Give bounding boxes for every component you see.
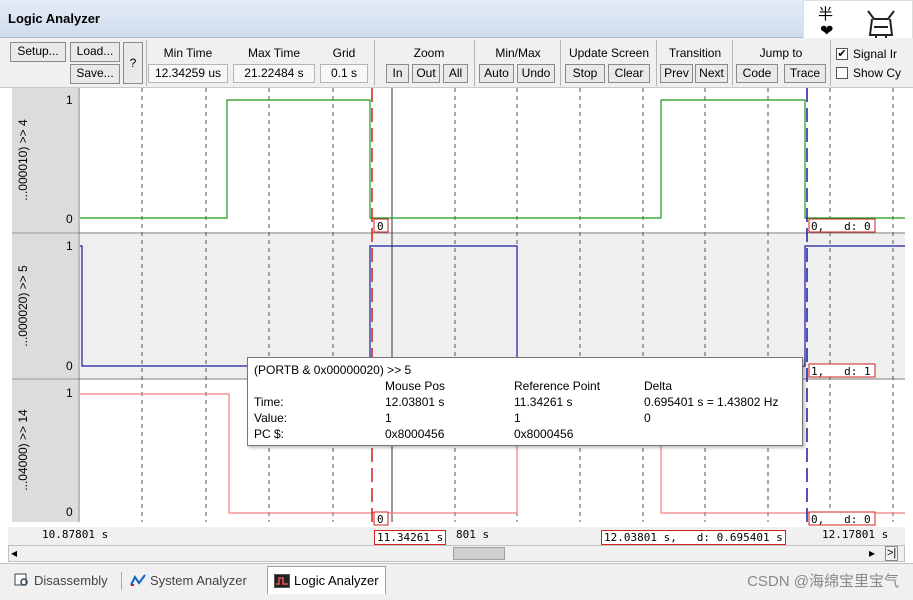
toolbar-separator — [656, 40, 657, 86]
load-button[interactable]: Load... — [70, 42, 120, 62]
tab-label: Logic Analyzer — [294, 573, 379, 588]
time-axis-left: 10.87801 s — [42, 528, 109, 541]
save-button[interactable]: Save... — [70, 64, 120, 84]
signal-high-label: 1 — [66, 239, 73, 253]
toolbar-separator — [374, 40, 375, 86]
minmax-undo-button[interactable]: Undo — [517, 64, 555, 83]
grid-value: 0.1 s — [320, 64, 368, 83]
signal-low-label: 0 — [66, 505, 73, 519]
scroll-left-icon[interactable]: ◂ — [11, 546, 17, 560]
update-stop-button[interactable]: Stop — [565, 64, 605, 83]
zoom-in-button[interactable]: In — [386, 64, 409, 83]
waveform-plot[interactable]: 0 0 0, d: 0 1, d: 1 0, d: 0 ...000010) >… — [12, 88, 905, 528]
help-button[interactable]: ? — [123, 42, 143, 84]
signal-low-label: 0 — [66, 212, 73, 226]
cursor-time-box: 11.34261 s — [374, 530, 447, 545]
signal-high-label: 1 — [66, 386, 73, 400]
mouse-value-text: 0, d: 0 — [811, 220, 871, 233]
signal-info-checkbox[interactable]: ✔ — [836, 48, 848, 60]
zoom-all-button[interactable]: All — [443, 64, 468, 83]
tooltip-pc-mouse: 0x8000456 — [385, 427, 445, 441]
transition-prev-button[interactable]: Prev — [660, 64, 693, 83]
minmax-auto-button[interactable]: Auto — [479, 64, 514, 83]
signal-lane — [80, 88, 905, 232]
tooltip-pc-ref: 0x8000456 — [514, 427, 574, 441]
horizontal-scrollbar[interactable]: ◂ ▸ >| — [8, 545, 905, 562]
show-cycles-label: Show Cy — [853, 66, 902, 80]
scroll-right-icon[interactable]: ▸ — [869, 546, 875, 560]
jump-to-label: Jump to — [759, 46, 803, 60]
toolbar-separator — [830, 40, 831, 86]
time-axis-right: 12.17801 s — [822, 528, 889, 541]
disassembly-icon — [14, 573, 28, 586]
max-time-label: Max Time — [247, 46, 300, 60]
tab-logic-analyzer[interactable]: Logic Analyzer — [267, 566, 386, 594]
tooltip-time-delta: 0.695401 s = 1.43802 Hz — [644, 395, 779, 409]
toolbar-separator — [560, 40, 561, 86]
tab-disassembly[interactable]: Disassembly — [8, 566, 114, 594]
scroll-end-button[interactable]: >| — [885, 546, 899, 561]
tooltip-col-mouse: Mouse Pos — [385, 379, 446, 393]
tooltip-col-ref: Reference Point — [514, 379, 601, 393]
cursor-value-text: 0 — [377, 220, 384, 233]
window-title: Logic Analyzer — [8, 11, 100, 26]
tooltip-time-mouse: 12.03801 s — [385, 395, 445, 409]
grid-label: Grid — [332, 46, 356, 60]
signal-name-2: ...000020) >> 5 — [16, 265, 30, 347]
minmax-label: Min/Max — [495, 46, 541, 60]
show-cycles-checkbox[interactable] — [836, 67, 848, 79]
signal-high-label: 1 — [66, 93, 73, 107]
title-bar: Logic Analyzer — [0, 0, 913, 38]
tooltip-value-ref: 1 — [514, 411, 521, 425]
cursor-time-overlap: 801 s — [456, 528, 490, 541]
tooltip-value-delta: 0 — [644, 411, 651, 425]
tab-label: Disassembly — [34, 572, 108, 588]
signal-info-tooltip: (PORTB & 0x00000020) >> 5 Mouse Pos Refe… — [247, 357, 803, 446]
toolbar-separator — [474, 40, 475, 86]
tab-label: System Analyzer — [150, 572, 247, 588]
mouse-time-box: 12.03801 s, d: 0.695401 s — [601, 530, 786, 545]
tooltip-col-delta: Delta — [644, 379, 673, 393]
tooltip-value-mouse: 1 — [385, 411, 392, 425]
mouse-value-text: 0, d: 0 — [811, 513, 871, 526]
cursor-value-text: 0 — [377, 513, 384, 526]
tooltip-row-time-label: Time: — [254, 395, 284, 409]
signal-info-label: Signal Ir — [853, 47, 898, 61]
tooltip-row-value-label: Value: — [254, 411, 288, 425]
zoom-label: Zoom — [413, 46, 445, 60]
transition-label: Transition — [668, 46, 722, 60]
signal-name-3: ...04000) >> 14 — [16, 409, 30, 491]
min-time-label: Min Time — [163, 46, 213, 60]
tooltip-time-ref: 11.34261 s — [514, 395, 573, 409]
mouse-value-text: 1, d: 1 — [811, 365, 871, 378]
tooltip-row-pc-label: PC $: — [254, 427, 285, 441]
watermark: CSDN @海绵宝里宝气 — [747, 573, 899, 590]
signal-low-label: 0 — [66, 359, 73, 373]
toolbar-separator — [146, 40, 147, 86]
update-clear-button[interactable]: Clear — [608, 64, 650, 83]
scroll-thumb[interactable] — [453, 547, 505, 560]
setup-button[interactable]: Setup... — [10, 42, 66, 62]
signal-name-1: ...000010) >> 4 — [16, 119, 30, 201]
jump-code-button[interactable]: Code — [736, 64, 778, 83]
toolbar-separator — [732, 40, 733, 86]
max-time-value: 21.22484 s — [233, 64, 315, 83]
min-time-value: 12.34259 us — [148, 64, 228, 83]
tab-separator — [121, 572, 122, 590]
zoom-out-button[interactable]: Out — [412, 64, 440, 83]
tooltip-title: (PORTB & 0x00000020) >> 5 — [254, 363, 412, 377]
jump-trace-button[interactable]: Trace — [784, 64, 826, 83]
tab-system-analyzer[interactable]: System Analyzer — [124, 566, 253, 594]
system-analyzer-icon — [130, 574, 146, 586]
transition-next-button[interactable]: Next — [695, 64, 728, 83]
update-screen-label: Update Screen — [568, 46, 650, 60]
logic-analyzer-icon — [274, 573, 290, 588]
